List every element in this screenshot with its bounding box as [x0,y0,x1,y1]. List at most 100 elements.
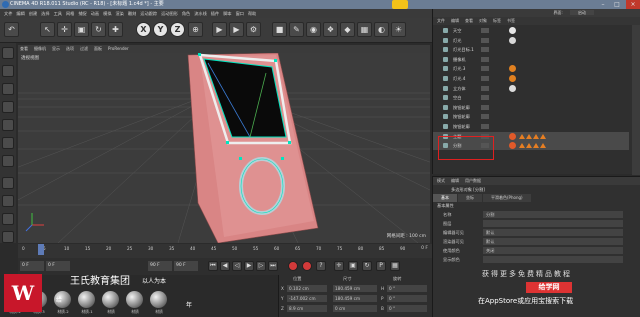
menu-item[interactable]: 文件 [4,11,12,17]
object-menu-item[interactable]: 查看 [465,18,473,23]
object-row[interactable]: 空白 [433,93,629,102]
rotation-value[interactable]: 0 ° [387,295,427,302]
visibility-flags[interactable] [481,104,489,110]
attribute-field-value[interactable]: 默认 [483,238,623,245]
scene-floor-icon[interactable]: ▦ [357,22,372,37]
deformer-icon[interactable]: ◆ [340,22,355,37]
object-menu-item[interactable]: 编辑 [451,18,459,23]
array-icon[interactable]: ❖ [323,22,338,37]
orange-triangle-tag-icon[interactable] [519,143,525,149]
size-value[interactable]: 180.459 cm [333,295,377,302]
rotation-value[interactable]: 0 ° [387,285,427,292]
goto-end-icon[interactable]: ⏭ [268,261,278,271]
attribute-tab[interactable]: 基本 [433,194,457,202]
render-view-icon[interactable]: ▶ [212,22,227,37]
viewport-menu-item[interactable]: 面板 [94,46,102,51]
timeline-playhead[interactable] [38,244,44,255]
menu-item[interactable]: 渲染 [116,11,124,17]
material-tag-icon[interactable] [509,27,516,34]
play-icon[interactable]: ▶ [244,261,254,271]
workplane-icon[interactable] [2,101,14,113]
viewport-menu-item[interactable]: 显示 [52,46,60,51]
light-icon[interactable]: ☀ [391,22,406,37]
menu-item[interactable]: 角色 [182,11,190,17]
orange-triangle-tag-icon[interactable] [533,133,539,139]
timeline[interactable]: 0 5 10 15 20 25 30 35 40 45 50 55 60 65 70 75 80 85 90 0 F [18,244,432,258]
attribute-field-value[interactable] [483,256,623,263]
menu-item[interactable]: 窗口 [236,11,244,17]
orange-triangle-tag-icon[interactable] [526,143,532,149]
move-tool-icon[interactable]: ✛ [57,22,72,37]
move-key-icon[interactable]: ✛ [334,261,344,271]
texture-mode-icon[interactable] [2,83,14,95]
position-value[interactable]: -147.002 cm [287,295,327,302]
edges-mode-icon[interactable] [2,137,14,149]
visibility-flags[interactable] [481,76,489,81]
menu-item[interactable]: 帮助 [248,11,256,17]
object-row[interactable]: 按钮轮廓 [433,122,629,131]
attribute-field-value[interactable]: 分割 [483,211,623,218]
material-tag-icon[interactable] [509,65,516,73]
menu-item[interactable]: 雕刻 [128,11,136,17]
x-axis-lock-button[interactable]: X [136,22,151,37]
visibility-flags[interactable] [481,124,489,129]
orange-triangle-tag-icon[interactable] [540,133,546,139]
recent-tool-icon[interactable]: ✚ [108,22,123,37]
material-tag-icon[interactable] [509,142,516,150]
make-editable-icon[interactable] [2,47,14,59]
pen-spline-icon[interactable]: ✎ [289,22,304,37]
visibility-flags[interactable] [481,47,489,53]
visibility-flags[interactable] [481,66,489,72]
object-row[interactable]: 灯光.4 [433,74,629,83]
render-settings-icon[interactable]: ⚙ [246,22,261,37]
object-row[interactable]: 按钮轮廓 [433,112,629,121]
attribute-field-value[interactable] [483,220,623,227]
attribute-field-value[interactable]: 关闭 [483,247,623,254]
camera-icon[interactable]: ◐ [374,22,389,37]
prev-key-icon[interactable]: ◀ [220,261,230,271]
z-axis-lock-button[interactable]: Z [170,22,185,37]
object-manager-scrollbar[interactable] [632,25,640,175]
coordinate-system-icon[interactable]: ⊕ [188,22,203,37]
preview-end-field[interactable]: 90 F [174,261,198,271]
visibility-flags[interactable] [481,37,489,43]
position-value[interactable]: 0.102 cm [287,285,327,292]
attribute-tab[interactable]: 平滑着色(Phong) [483,194,531,202]
size-value[interactable]: 180.459 cm [333,285,377,292]
orange-triangle-tag-icon[interactable] [540,143,546,149]
object-menu-item[interactable]: 标签 [493,18,501,23]
viewport-menu-item[interactable]: 查看 [20,46,28,51]
object-menu-item[interactable]: 文件 [437,18,445,23]
rotate-tool-icon[interactable]: ↻ [91,22,106,37]
select-tool-icon[interactable]: ↖ [40,22,55,37]
attribute-tab[interactable]: 坐标 [458,194,482,202]
visibility-flags[interactable] [481,114,489,120]
viewport-menu-item[interactable]: 摄像机 [34,46,46,51]
menu-item[interactable]: 脚本 [223,11,231,17]
object-row[interactable]: 灯光.3 [433,64,629,73]
visibility-flags[interactable] [481,56,489,62]
orange-triangle-tag-icon[interactable] [526,133,532,139]
key-selection-icon[interactable]: ? [316,261,326,271]
menu-item[interactable]: 工具 [54,11,62,17]
goto-start-icon[interactable]: ⏮ [208,261,218,271]
model-mode-icon[interactable] [2,65,14,77]
enable-axis-icon[interactable] [2,177,14,189]
object-menu-item[interactable]: 对象 [479,18,487,23]
minimize-button[interactable]: – [596,0,610,9]
menu-item[interactable]: 运动跟踪 [140,11,157,17]
undo-icon[interactable]: ↶ [4,22,19,37]
menu-item[interactable]: 流水线 [194,11,207,17]
object-menu-item[interactable]: 书签 [507,18,515,23]
menu-item[interactable]: 动画 [91,11,99,17]
visibility-flags[interactable] [481,95,489,101]
attribute-menu-item[interactable]: 用户数据 [465,178,481,183]
auto-key-icon[interactable] [302,261,312,271]
object-row[interactable]: 按钮轮廓 [433,103,629,112]
object-row[interactable]: 灯光 [433,36,629,45]
y-axis-lock-button[interactable]: Y [153,22,168,37]
scale-tool-icon[interactable]: ▣ [74,22,89,37]
attribute-menu-item[interactable]: 模式 [437,178,445,183]
material-tag-icon[interactable] [509,75,516,82]
material-tag-icon[interactable] [509,36,516,44]
